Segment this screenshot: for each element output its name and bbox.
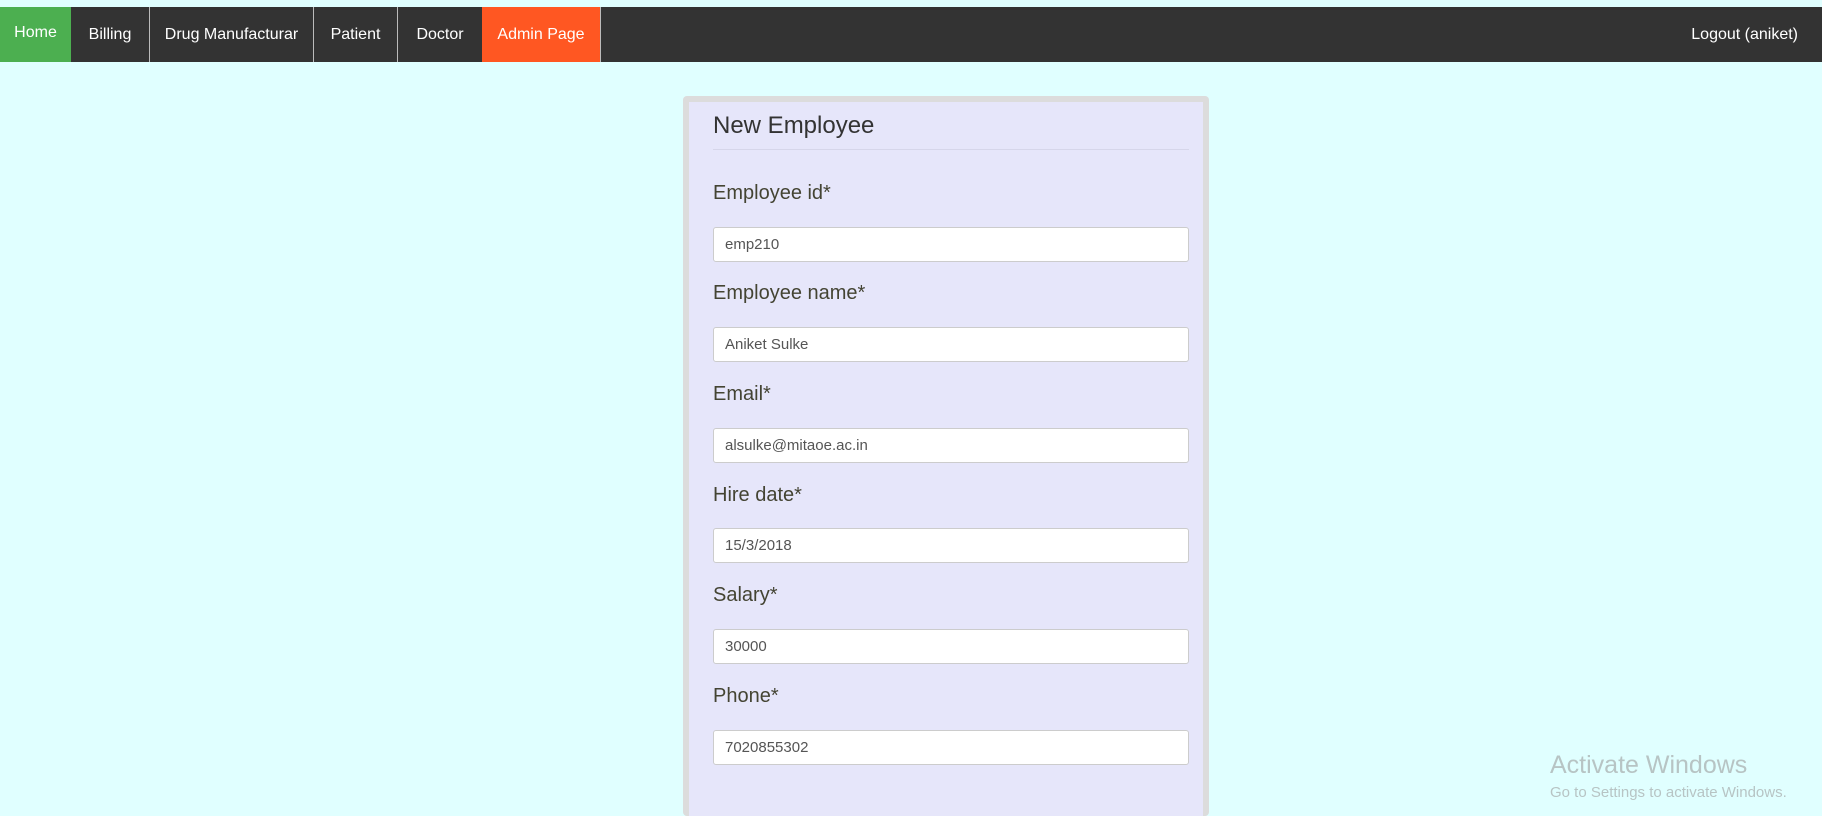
employee-name-label: Employee name* <box>713 282 866 304</box>
phone-input[interactable] <box>713 730 1189 765</box>
hire-date-label: Hire date* <box>713 484 802 506</box>
top-navbar: Home Billing Drug Manufacturar Patient D… <box>0 7 1822 62</box>
activate-windows-title: Activate Windows <box>1550 751 1748 779</box>
hire-date-input[interactable] <box>713 528 1189 563</box>
salary-label: Salary* <box>713 584 778 606</box>
nav-doctor-link[interactable]: Doctor <box>398 7 482 62</box>
top-strip <box>0 0 1822 7</box>
email-label: Email* <box>713 383 771 405</box>
nav-billing-link[interactable]: Billing <box>71 7 150 62</box>
nav-admin-link[interactable]: Admin Page <box>482 7 601 62</box>
employee-name-input[interactable] <box>713 327 1189 362</box>
new-employee-form: New Employee Employee id* Employee name*… <box>689 102 1203 816</box>
new-employee-panel: New Employee Employee id* Employee name*… <box>683 96 1209 816</box>
nav-patient-link[interactable]: Patient <box>314 7 398 62</box>
salary-input[interactable] <box>713 629 1189 664</box>
phone-label: Phone* <box>713 685 779 707</box>
activate-windows-subtitle: Go to Settings to activate Windows. <box>1550 784 1787 801</box>
nav-drug-manufacturer-link[interactable]: Drug Manufacturar <box>150 7 314 62</box>
email-input[interactable] <box>713 428 1189 463</box>
logout-link[interactable]: Logout (aniket) <box>1691 7 1798 62</box>
employee-id-label: Employee id* <box>713 182 831 204</box>
employee-id-input[interactable] <box>713 227 1189 262</box>
nav-home-link[interactable]: Home <box>0 7 71 62</box>
form-title: New Employee <box>713 112 1189 150</box>
